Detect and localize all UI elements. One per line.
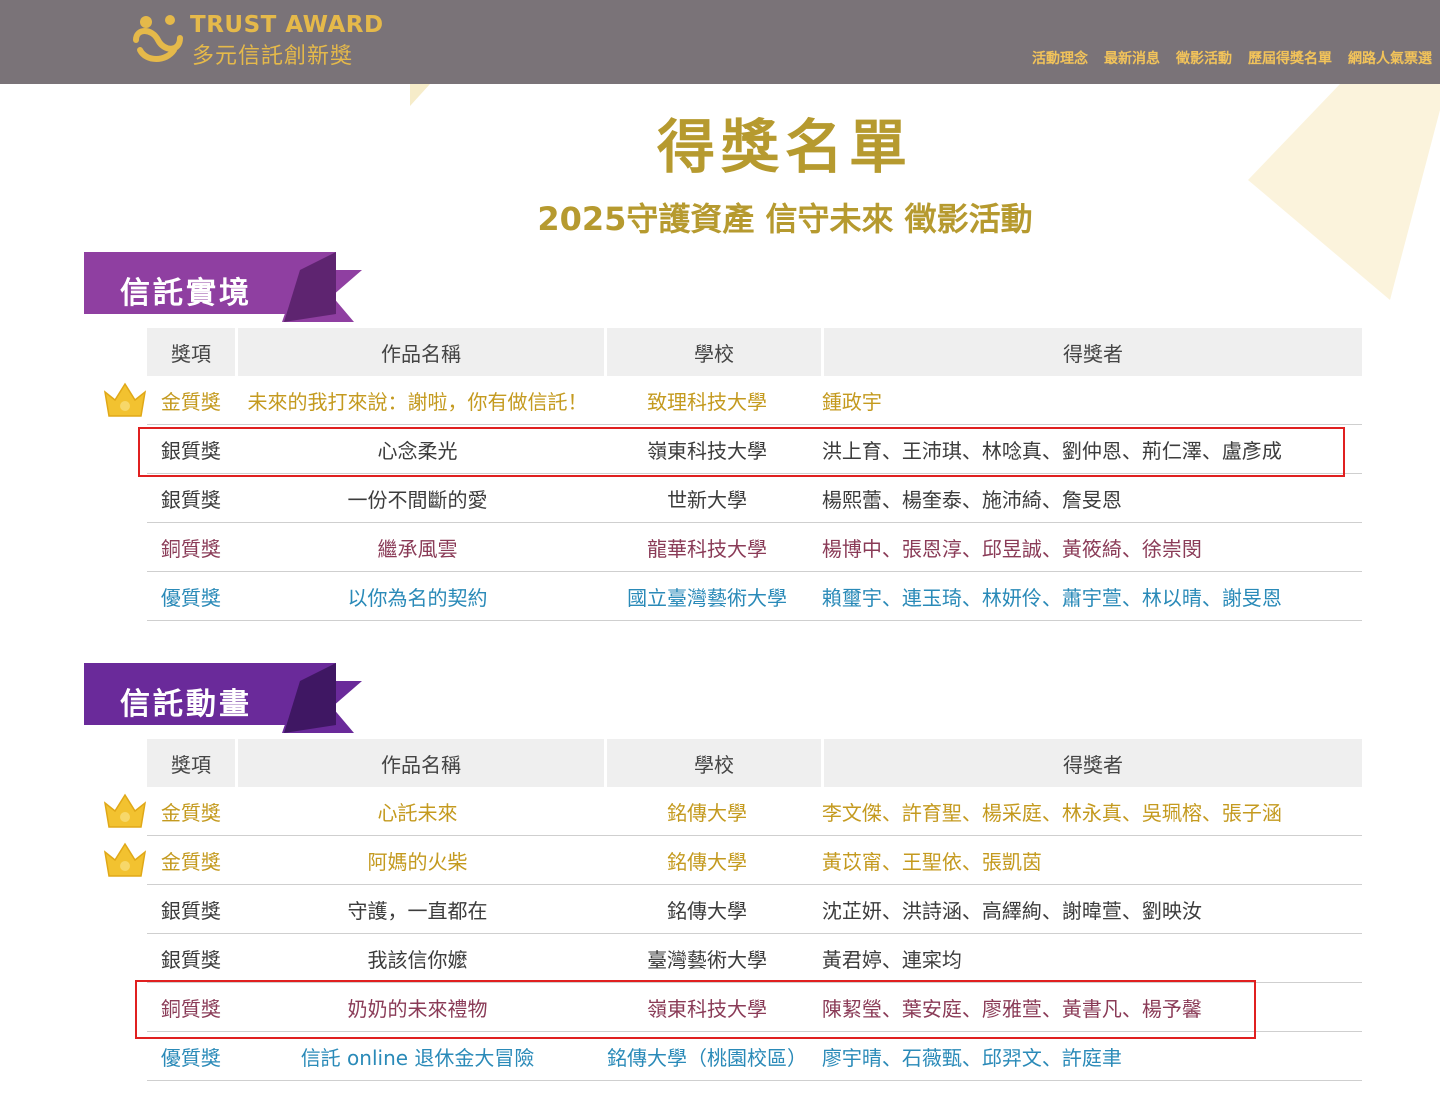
- cell-winners: 賴璽宇、連玉琦、林妍伶、蕭宇萱、林以晴、謝旻恩: [821, 585, 1282, 610]
- table-row: 銀質獎 我該信你嬤 臺灣藝術大學 黃君婷、連寀均: [147, 934, 1362, 983]
- table-row: 金質獎 阿媽的火柴 銘傳大學 黃苡甯、王聖依、張凱茵: [103, 836, 1362, 885]
- crown-icon: [103, 842, 147, 877]
- cell-work-title: 以你為名的契約: [347, 585, 488, 610]
- cell-winners: 楊博中、張恩淳、邱昱誠、黃筱綺、徐崇閔: [821, 536, 1202, 561]
- cell-award: 優質獎: [160, 585, 221, 610]
- header-work-title: 作品名稱: [238, 739, 604, 787]
- cell-winners: 沈芷妍、洪詩涵、高繹絢、謝暐萱、劉映汝: [821, 898, 1202, 923]
- cell-winners: 洪上育、王沛琪、林唸真、劉仲恩、荊仁澤、盧彥成: [821, 438, 1282, 463]
- header-award: 獎項: [147, 739, 235, 787]
- table-row: 優質獎 信託 online 退休金大冒險 銘傳大學（桃園校區） 廖宇晴、石薇甄、…: [147, 1032, 1362, 1081]
- table-row: 銅質獎 奶奶的未來禮物 嶺東科技大學 陳絜瑩、葉安庭、廖雅萱、黃書凡、楊予馨: [147, 983, 1362, 1032]
- crown-icon: [103, 382, 147, 417]
- cell-work-title: 阿媽的火柴: [367, 849, 468, 874]
- header-winners: 得獎者: [824, 328, 1362, 376]
- table-row: 金質獎 心託未來 銘傳大學 李文傑、許育聖、楊采庭、林永真、吳珮榕、張子涵: [103, 787, 1362, 836]
- table-row: 銀質獎 心念柔光 嶺東科技大學 洪上育、王沛琪、林唸真、劉仲恩、荊仁澤、盧彥成: [147, 425, 1362, 474]
- table-row: 銀質獎 一份不間斷的愛 世新大學 楊熙蕾、楊奎泰、施沛綺、詹旻恩: [147, 474, 1362, 523]
- cell-award: 銀質獎: [160, 898, 221, 923]
- page-title: 得獎名單: [656, 113, 913, 181]
- header-work-title: 作品名稱: [238, 328, 604, 376]
- cell-award: 金質獎: [160, 849, 221, 874]
- cell-award: 優質獎: [160, 1045, 221, 1070]
- award-table-animation: 獎項 作品名稱 學校 得獎者 金質獎 心託未來 銘傳大學 李文傑、許育聖、楊采庭…: [103, 739, 1362, 1081]
- trust-award-logo[interactable]: TRUST AWARD 多元信託創新獎: [130, 8, 383, 69]
- cell-school: 臺灣藝術大學: [647, 947, 768, 972]
- cell-work-title: 奶奶的未來禮物: [347, 996, 488, 1021]
- cell-award: 銀質獎: [160, 487, 221, 512]
- header-winners: 得獎者: [824, 739, 1362, 787]
- cell-work-title: 守護，一直都在: [347, 898, 488, 923]
- section-banner-reality: 信託實境: [84, 252, 374, 327]
- page-subtitle: 2025守護資產 信守未來 徵影活動: [537, 200, 1033, 238]
- cell-school: 嶺東科技大學: [647, 438, 768, 463]
- nav-item-film-call[interactable]: 徵影活動: [1176, 48, 1232, 68]
- cell-work-title: 我該信你嬤: [367, 947, 468, 972]
- logo-chinese-text: 多元信託創新獎: [192, 44, 354, 69]
- table-row: 優質獎 以你為名的契約 國立臺灣藝術大學 賴璽宇、連玉琦、林妍伶、蕭宇萱、林以晴…: [147, 572, 1362, 621]
- cell-school: 龍華科技大學: [647, 536, 768, 561]
- cell-work-title: 信託 online 退休金大冒險: [300, 1045, 535, 1070]
- header-award: 獎項: [147, 328, 235, 376]
- table-row: 銅質獎 繼承風雲 龍華科技大學 楊博中、張恩淳、邱昱誠、黃筱綺、徐崇閔: [147, 523, 1362, 572]
- cell-award: 銀質獎: [160, 438, 221, 463]
- cell-work-title: 心念柔光: [377, 438, 458, 463]
- nav-item-popular-vote[interactable]: 網路人氣票選: [1348, 48, 1432, 68]
- cell-school: 銘傳大學: [667, 849, 748, 874]
- cell-school: 致理科技大學: [647, 389, 768, 414]
- cell-school: 銘傳大學: [667, 898, 748, 923]
- cell-award: 銀質獎: [160, 947, 221, 972]
- cell-winners: 楊熙蕾、楊奎泰、施沛綺、詹旻恩: [821, 487, 1122, 512]
- main-nav: 活動理念 最新消息 徵影活動 歷屆得獎名單 網路人氣票選: [1032, 48, 1432, 68]
- logo-mark-icon: [133, 15, 183, 62]
- cell-winners: 鍾政宇: [821, 389, 882, 414]
- cell-award: 金質獎: [160, 389, 221, 414]
- nav-item-concept[interactable]: 活動理念: [1032, 48, 1088, 68]
- logo-english-text: TRUST AWARD: [190, 12, 384, 38]
- cell-award: 銅質獎: [160, 536, 221, 561]
- cell-winners: 廖宇晴、石薇甄、邱羿文、許庭聿: [821, 1045, 1122, 1070]
- section-title-reality: 信託實境: [120, 276, 252, 311]
- header-school: 學校: [607, 328, 821, 376]
- nav-item-past-winners[interactable]: 歷屆得獎名單: [1248, 48, 1332, 68]
- cell-school: 嶺東科技大學: [647, 996, 768, 1021]
- cell-school: 國立臺灣藝術大學: [627, 585, 788, 610]
- cell-award: 金質獎: [160, 800, 221, 825]
- cell-school: 世新大學: [667, 487, 748, 512]
- crown-icon: [103, 793, 147, 828]
- header-school: 學校: [607, 739, 821, 787]
- table-header: 獎項 作品名稱 學校 得獎者: [147, 328, 1362, 376]
- table-row: 銀質獎 守護，一直都在 銘傳大學 沈芷妍、洪詩涵、高繹絢、謝暐萱、劉映汝: [147, 885, 1362, 934]
- cell-school: 銘傳大學: [667, 800, 748, 825]
- cell-winners: 黃君婷、連寀均: [821, 947, 962, 972]
- table-row: 金質獎 未來的我打來說：謝啦，你有做信託！ 致理科技大學 鍾政宇: [103, 376, 1362, 425]
- cell-work-title: 心託未來: [377, 800, 458, 825]
- nav-item-news[interactable]: 最新消息: [1104, 48, 1160, 68]
- cell-school: 銘傳大學（桃園校區）: [607, 1045, 808, 1070]
- cell-winners: 陳絜瑩、葉安庭、廖雅萱、黃書凡、楊予馨: [821, 996, 1202, 1021]
- cell-work-title: 未來的我打來說：謝啦，你有做信託！: [247, 389, 588, 414]
- cell-winners: 黃苡甯、王聖依、張凱茵: [821, 849, 1042, 874]
- award-table-reality: 獎項 作品名稱 學校 得獎者 金質獎 未來的我打來說：謝啦，你有做信託！ 致理科…: [103, 328, 1362, 621]
- table-header: 獎項 作品名稱 學校 得獎者: [147, 739, 1362, 787]
- cell-work-title: 一份不間斷的愛: [347, 487, 488, 512]
- section-banner-animation: 信託動畫: [84, 663, 374, 738]
- section-title-animation: 信託動畫: [120, 687, 252, 722]
- cell-winners: 李文傑、許育聖、楊采庭、林永真、吳珮榕、張子涵: [821, 800, 1282, 825]
- cell-work-title: 繼承風雲: [377, 536, 458, 561]
- top-navigation-bar: TRUST AWARD 多元信託創新獎 活動理念 最新消息 徵影活動 歷屆得獎名…: [0, 0, 1440, 84]
- cell-award: 銅質獎: [160, 996, 221, 1021]
